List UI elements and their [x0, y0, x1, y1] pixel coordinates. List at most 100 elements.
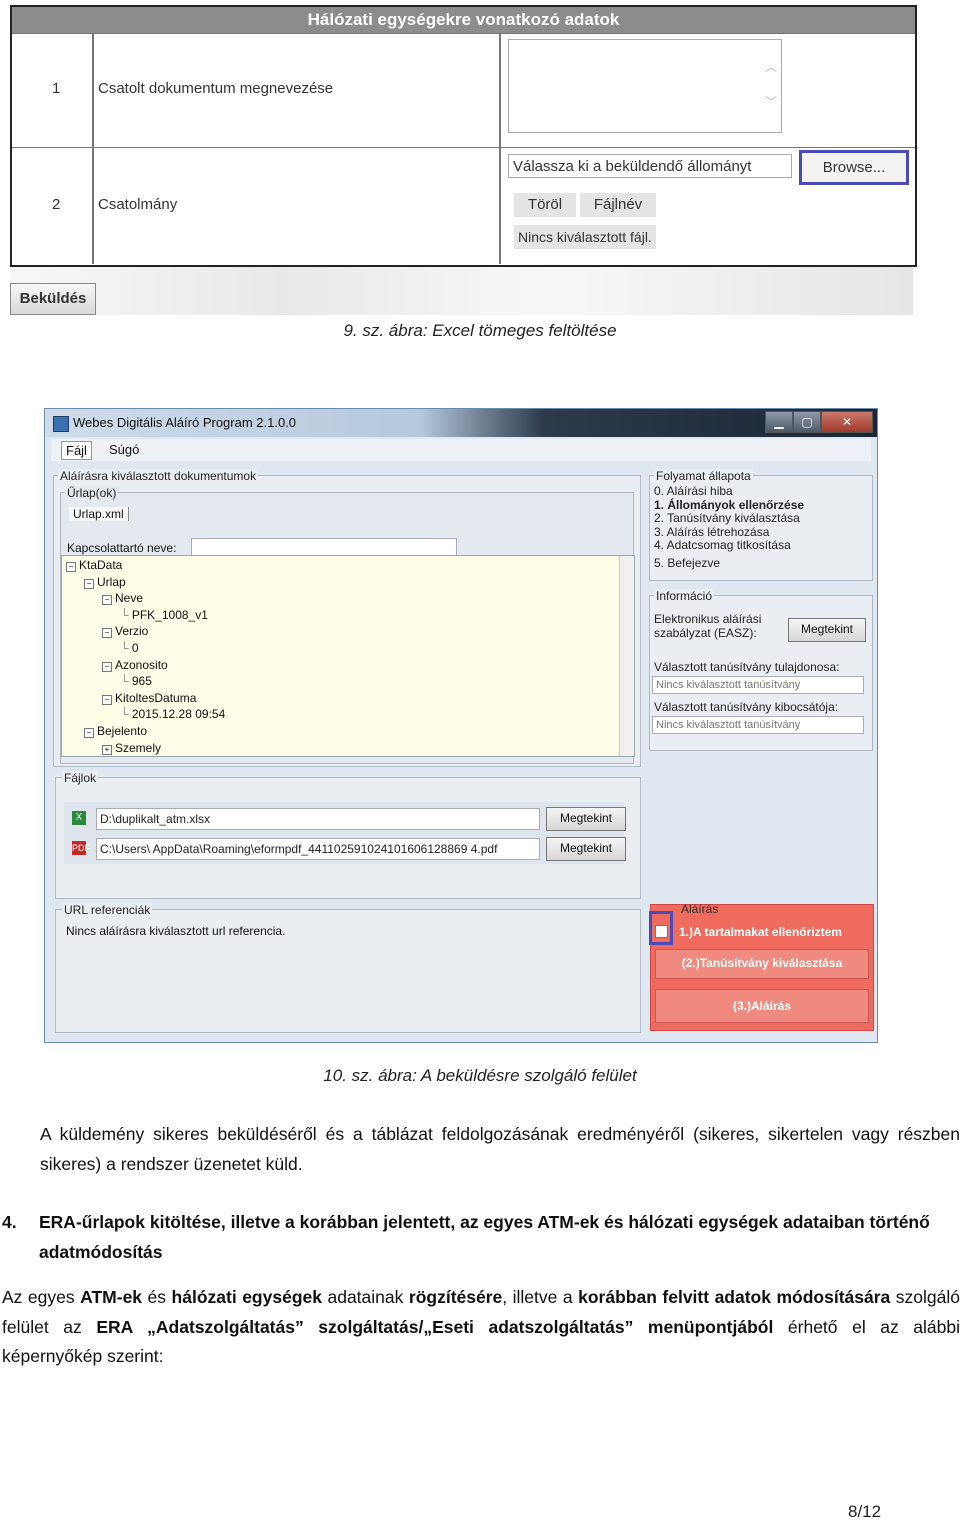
- process-step: 0. Aláírási hiba: [654, 484, 733, 498]
- view-file-button[interactable]: Megtekint: [546, 837, 626, 861]
- tab-urlap-xml[interactable]: Urlap.xml: [69, 507, 129, 521]
- figure-signing-app-window: Webes Digitális Aláíró Program 2.1.0.0 ▁…: [44, 408, 878, 1043]
- filename-button[interactable]: Fájlnév: [580, 193, 656, 217]
- app-icon: [53, 416, 69, 432]
- document-name-textarea[interactable]: ︿ ﹀: [508, 39, 782, 133]
- view-file-button[interactable]: Megtekint: [546, 807, 626, 831]
- maximize-icon[interactable]: ▢: [793, 411, 821, 433]
- tree-line-icon: └: [120, 707, 132, 722]
- page-number: 8/12: [848, 1502, 882, 1521]
- browse-button[interactable]: Browse...: [799, 150, 909, 185]
- bold-phrase: ERA „Adatszolgáltatás” szolgáltatás/„Ese…: [96, 1316, 774, 1337]
- group-title: URL referenciák: [62, 903, 153, 917]
- bold-phrase: hálózati egységek: [171, 1287, 322, 1307]
- tree-node[interactable]: − Verzio: [102, 624, 148, 639]
- file-path-field: D:\duplikalt_atm.xlsx: [96, 808, 540, 830]
- collapse-icon[interactable]: −: [102, 661, 112, 672]
- tree-node-label: 2015.12.28 09:54: [131, 707, 226, 722]
- text-run: és: [142, 1287, 172, 1307]
- tree-scrollbar[interactable]: [619, 556, 634, 756]
- tree-line-icon: └: [120, 641, 132, 655]
- result-message-paragraph: A küldemény sikeres beküldéséről és a tá…: [40, 1120, 960, 1179]
- tree-node-label: 0: [131, 641, 139, 655]
- select-certificate-button[interactable]: (2.)Tanúsítvány kiválasztása: [655, 949, 869, 979]
- tree-node[interactable]: └ 2015.12.28 09:54: [120, 707, 225, 721]
- collapse-icon[interactable]: −: [66, 562, 76, 572]
- cert-issuer-field: Nincs kiválasztott tanúsítvány: [652, 716, 864, 734]
- menu-help[interactable]: Súgó: [105, 441, 143, 458]
- tree-node[interactable]: − Azonosito: [102, 658, 168, 672]
- process-step: 4. Adatcsomag titkosítása: [654, 538, 791, 552]
- tree-node[interactable]: − Urlap: [84, 575, 126, 589]
- text-run: Az egyes: [2, 1287, 81, 1307]
- row-label: Csatolmány: [98, 196, 178, 213]
- group-title: Aláírás: [681, 902, 719, 916]
- group-title: Információ: [654, 589, 715, 603]
- tree-node-label: Azonosito: [115, 657, 168, 672]
- tree-line-icon: └: [120, 674, 132, 689]
- no-file-status: Nincs kiválasztott fájl.: [514, 225, 656, 249]
- section-heading: 4. ERA-űrlapok kitöltése, illetve a korá…: [2, 1208, 960, 1267]
- file-path-input[interactable]: Válassza ki a beküldendő állományt: [508, 154, 792, 178]
- collapse-icon[interactable]: −: [102, 595, 112, 606]
- cert-owner-label: Választott tanúsítvány tulajdonosa:: [654, 660, 840, 674]
- tree-node-label: Szemely: [115, 740, 162, 755]
- expand-icon[interactable]: +: [102, 744, 112, 755]
- text-run: , illetve a: [502, 1287, 579, 1307]
- row-number: 1: [52, 80, 61, 97]
- file-path-field: C:\Users\ AppData\Roaming\eformpdf_44110…: [96, 838, 540, 860]
- signing-group: Aláírás 1.)A tartalmakat ellenőriztem (2…: [650, 902, 874, 1031]
- delete-button[interactable]: Töröl: [514, 193, 576, 217]
- tree-node[interactable]: └ PFK_1008_v1: [120, 608, 208, 622]
- collapse-icon[interactable]: −: [84, 578, 94, 589]
- minimize-icon[interactable]: ▁: [765, 411, 793, 433]
- section-number: 4.: [2, 1212, 17, 1232]
- tree-node[interactable]: − KtaData: [66, 558, 122, 572]
- easz-label: Elektronikus aláírási szabályzat (EASZ):: [654, 612, 762, 640]
- bold-phrase: korábban felvitt adatok módosítására: [578, 1287, 891, 1307]
- tree-node[interactable]: └ 0: [120, 641, 139, 655]
- tree-node-label: Neve: [115, 591, 144, 606]
- process-step: 1. Állományok ellenőrzése: [654, 497, 805, 512]
- era-form-paragraph: Az egyes ATM-ek és hálózati egységek ada…: [2, 1283, 960, 1372]
- figure-excel-upload: Hálózati egységekre vonatkozó adatok 1 C…: [10, 5, 917, 317]
- process-step: 2. Tanúsítvány kiválasztása: [654, 511, 800, 525]
- process-step: 5. Befejezve: [654, 555, 721, 570]
- tree-node-label: Bejelento: [97, 724, 148, 738]
- close-icon[interactable]: ✕: [821, 411, 873, 433]
- excel-icon: X: [72, 811, 86, 825]
- group-title: Űrlap(ok): [65, 486, 119, 500]
- collapse-icon[interactable]: −: [84, 728, 94, 738]
- tree-node-label: KitoltesDatuma: [115, 690, 197, 705]
- collapse-icon[interactable]: −: [102, 694, 112, 705]
- group-title: Fájlok: [62, 771, 99, 785]
- menu-file[interactable]: Fájl: [61, 441, 92, 460]
- paragraph-text: A küldemény sikeres beküldéséről és a tá…: [40, 1124, 960, 1174]
- row-number: 2: [52, 196, 61, 213]
- contents-checked-checkbox[interactable]: [655, 925, 668, 938]
- sign-button[interactable]: (3.)Aláírás: [655, 989, 869, 1023]
- process-status-group: Folyamat állapota 0. Aláírási hiba 1. Áll…: [649, 469, 873, 581]
- figure-caption: 10. sz. ábra: A beküldésre szolgáló felü…: [323, 1066, 637, 1085]
- table-header: Hálózati egységekre vonatkozó adatok: [12, 7, 915, 33]
- network-unit-data-table: Hálózati egységekre vonatkozó adatok 1 C…: [10, 5, 917, 267]
- tree-node[interactable]: └ 965: [120, 674, 152, 688]
- tree-node[interactable]: + Szemely: [102, 741, 161, 755]
- xml-tree-view[interactable]: − KtaData − Urlap − Neve └ PFK_1008_v1− Verzio └…: [61, 555, 635, 757]
- menu-bar: Fájl Súgó: [51, 439, 871, 461]
- contact-name-input[interactable]: [191, 538, 457, 556]
- scroll-arrows-icon[interactable]: ︿ ﹀: [765, 50, 777, 120]
- tree-node[interactable]: − Neve: [102, 591, 144, 606]
- url-references-group: URL referenciák Nincs aláírásra kiválasz…: [55, 903, 641, 1033]
- group-title: Folyamat állapota: [654, 469, 753, 483]
- tree-node[interactable]: − KitoltesDatuma: [102, 691, 196, 705]
- tree-node-label: Urlap: [97, 574, 126, 589]
- bold-phrase: rögzítésére: [408, 1287, 503, 1307]
- contents-checked-label: 1.)A tartalmakat ellenőriztem: [679, 925, 842, 939]
- collapse-icon[interactable]: −: [102, 628, 112, 639]
- cert-owner-field: Nincs kiválasztott tanúsítvány: [652, 676, 864, 694]
- tree-node-label: PFK_1008_v1: [131, 607, 208, 622]
- submit-button[interactable]: Beküldés: [10, 283, 96, 315]
- tree-node[interactable]: − Bejelento: [84, 724, 147, 738]
- easz-view-button[interactable]: Megtekint: [788, 618, 866, 642]
